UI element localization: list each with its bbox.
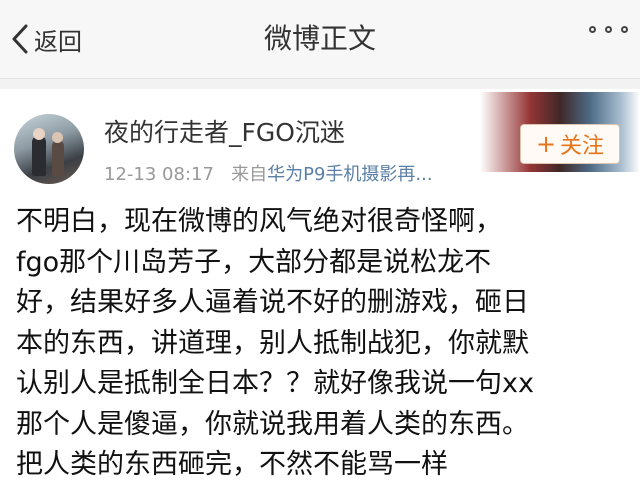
source-link[interactable]: 华为P9手机摄影再... — [267, 164, 432, 185]
follow-button[interactable]: + 关注 — [520, 124, 620, 164]
dot — [589, 26, 596, 33]
post-time: 12-13 08:17 — [104, 164, 214, 185]
avatar-figure — [52, 132, 63, 143]
content-line: 好，结果好多人逼着说不好的删游戏，砸日 — [16, 287, 529, 318]
avatar-figure — [52, 140, 64, 176]
avatar[interactable] — [14, 114, 84, 184]
section-divider — [0, 79, 640, 89]
source-prefix: 来自 — [231, 164, 268, 185]
content-line: fgo那个川岛芳子，大部分都是说松龙不 — [16, 246, 492, 278]
post-content: 不明白，现在微博的风气绝对很奇怪啊， fgo那个川岛芳子，大部分都是说松龙不 好… — [16, 202, 626, 486]
content-line: 本的东西，讲道理，别人抵制战犯，你就默 — [16, 327, 529, 359]
avatar-figure — [33, 128, 45, 140]
content-line: 认别人是抵制全日本？？就好像我说一句xx — [16, 368, 534, 399]
follow-label: 关注 — [560, 134, 605, 159]
content-line: 把人类的东西砸完，不然不能骂一样 — [16, 449, 448, 480]
dot — [621, 26, 628, 33]
dot — [605, 26, 612, 33]
page-title: 微博正文 — [263, 22, 376, 55]
avatar-figure — [32, 136, 46, 176]
plus-icon: + — [535, 130, 557, 158]
content-line: 那个人是傻逼，你就说我用着人类的东西。 — [16, 408, 529, 440]
nav-bar: 返回 微博正文 — [0, 0, 640, 79]
content-line: 不明白，现在微博的风气绝对很奇怪啊， — [16, 206, 502, 237]
post-meta: 12-13 08:17 来自华为P9手机摄影再... — [104, 163, 433, 187]
username[interactable]: 夜的行走者_FGO沉迷 — [104, 116, 345, 150]
more-dots-icon[interactable] — [589, 26, 628, 33]
